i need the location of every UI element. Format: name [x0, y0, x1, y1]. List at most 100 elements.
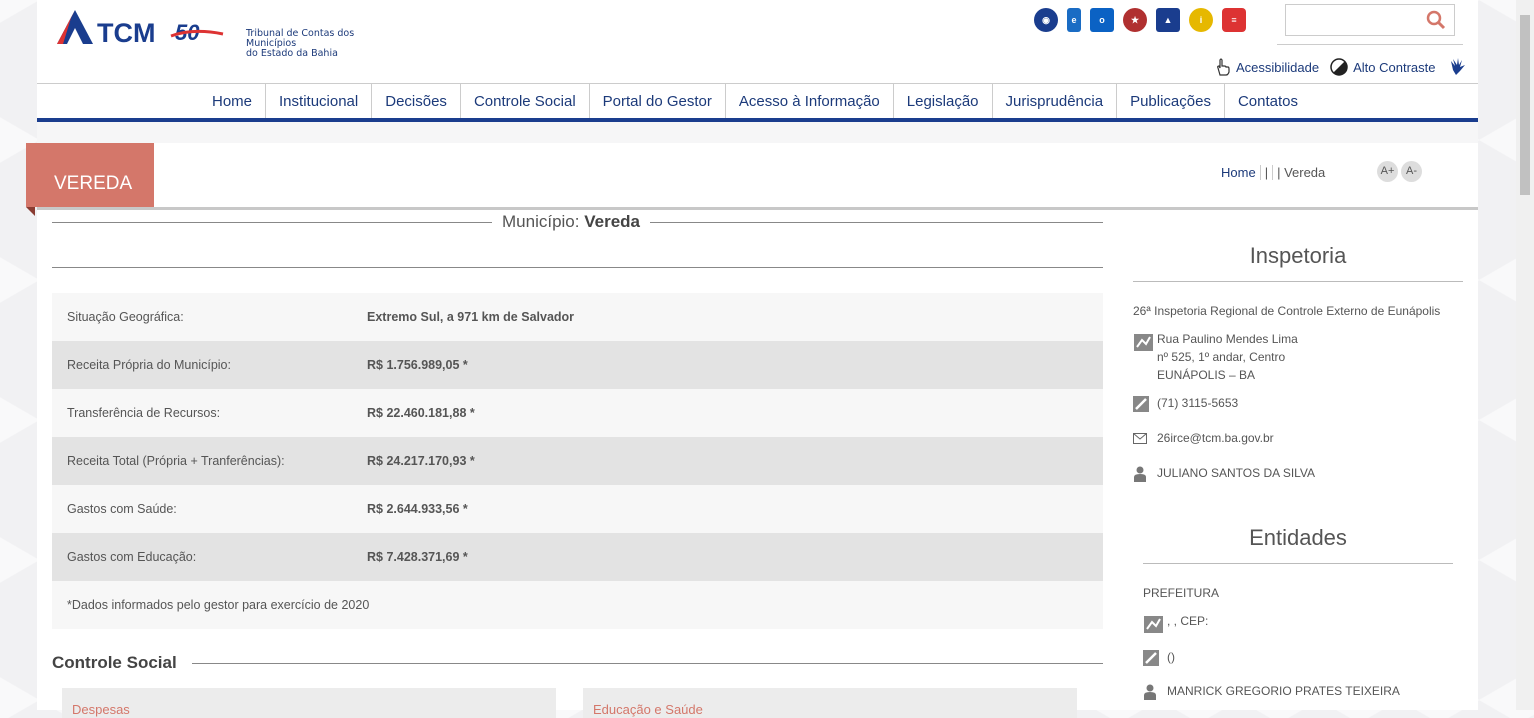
person-icon [1144, 684, 1156, 700]
logo-subtitle-line-2: do Estado da Bahia [246, 48, 338, 59]
inspetoria-phone: (71) 3115-5653 [1157, 396, 1239, 410]
page-title: VEREDA [26, 143, 154, 216]
entidade-person: MANRICK GREGORIO PRATES TEIXEIRA [1167, 684, 1400, 698]
tcm-logo-icon: TCM 50 [57, 10, 224, 48]
search-input[interactable] [1292, 5, 1426, 35]
badge-icon[interactable]: ★ [1123, 8, 1147, 32]
nav-item-home[interactable]: Home [199, 84, 267, 120]
municipio-heading: Município: Vereda [492, 212, 650, 232]
table-row: Transferência de Recursos: R$ 22.460.181… [52, 389, 1103, 437]
scrollbar-thumb[interactable] [1520, 15, 1530, 195]
row-key: Receita Total (Própria + Tranferências): [52, 437, 352, 485]
row-key: Receita Própria do Município: [52, 341, 352, 389]
entidade-type: PREFEITURA [1143, 586, 1220, 600]
table-row: Gastos com Saúde: R$ 2.644.933,56 * [52, 485, 1103, 533]
row-value: R$ 24.217.170,93 * [352, 437, 1103, 485]
footnote: *Dados informados pelo gestor para exerc… [52, 581, 1103, 629]
inspetoria-email[interactable]: 26irce@tcm.ba.gov.br [1157, 429, 1274, 447]
spacer-band [37, 122, 1478, 143]
row-key: Transferência de Recursos: [52, 389, 352, 437]
page-title-bar: VEREDA Home | | Vereda A+ A- [26, 143, 1478, 216]
site-header: TCM 50 Tribunal de Contas dos Municípios… [37, 0, 1478, 84]
row-key: Situação Geográfica: [52, 293, 352, 341]
contrast-icon [1330, 58, 1348, 76]
nav-items: Home Institucional Decisões Controle Soc… [199, 84, 1311, 120]
e-tcm-icon[interactable]: e [1067, 8, 1081, 32]
books-icon[interactable]: ≡ [1222, 8, 1246, 32]
inspetoria-person: JULIANO SANTOS DA SILVA [1157, 466, 1316, 480]
entidades-divider [1143, 563, 1453, 564]
main-nav: Home Institucional Decisões Controle Soc… [37, 83, 1478, 120]
font-size-controls: A+ A- [1377, 161, 1422, 182]
inspetoria-name: 26ª Inspetoria Regional de Controle Exte… [1133, 304, 1441, 318]
search-box [1285, 4, 1455, 36]
accessibility-link[interactable]: Acessibilidade [1236, 60, 1319, 75]
inspetoria-address: Rua Paulino Mendes Lima nº 525, 1º andar… [1157, 330, 1298, 384]
tcm-small-icon[interactable]: ▲ [1156, 8, 1180, 32]
card-educacao-saude[interactable]: Educação e Saúde [583, 688, 1077, 718]
search-icon[interactable] [1426, 10, 1446, 30]
entidade-phone: () [1167, 650, 1175, 664]
ouvidoria-icon[interactable]: ◉ [1034, 8, 1058, 32]
table-row: Receita Total (Própria + Tranferências):… [52, 437, 1103, 485]
entidade-address: , , CEP: [1167, 614, 1209, 628]
nav-item-acesso-informacao[interactable]: Acesso à Informação [726, 84, 894, 120]
row-key: Gastos com Educação: [52, 533, 352, 581]
municipio-info-table: Situação Geográfica: Extremo Sul, a 971 … [52, 293, 1103, 581]
controle-social-title: Controle Social [52, 653, 187, 673]
controle-social-divider [192, 663, 1103, 664]
card-despesas[interactable]: Despesas [62, 688, 556, 718]
nav-item-jurisprudencia[interactable]: Jurisprudência [993, 84, 1118, 120]
row-value: R$ 1.756.989,05 * [352, 341, 1103, 389]
person-icon [1134, 466, 1146, 482]
logo-subtitle-line-1: Tribunal de Contas dos Municípios [246, 28, 355, 49]
nav-item-legislacao[interactable]: Legislação [894, 84, 993, 120]
nav-item-controle-social[interactable]: Controle Social [461, 84, 590, 120]
table-row: Receita Própria do Município: R$ 1.756.9… [52, 341, 1103, 389]
breadcrumb: Home | | Vereda [1221, 165, 1325, 180]
nav-item-institucional[interactable]: Institucional [266, 84, 373, 120]
municipio-name: Vereda [584, 212, 640, 231]
row-value: R$ 7.428.371,69 * [352, 533, 1103, 581]
address-line-3: EUNÁPOLIS – BA [1157, 368, 1256, 382]
row-value: R$ 2.644.933,56 * [352, 485, 1103, 533]
nav-item-contatos[interactable]: Contatos [1225, 84, 1311, 120]
inspetoria-divider [1133, 281, 1463, 282]
accessibility-bar: Acessibilidade Alto Contraste [1215, 57, 1468, 77]
page-container: TCM 50 Tribunal de Contas dos Municípios… [26, 0, 1478, 718]
address-line-2: nº 525, 1º andar, Centro [1157, 350, 1286, 364]
header-divider [1277, 44, 1463, 45]
row-value: R$ 22.460.181,88 * [352, 389, 1103, 437]
font-decrease-button[interactable]: A- [1401, 161, 1422, 182]
inspetoria-title: Inspetoria [1249, 243, 1347, 268]
map-icon [1144, 616, 1163, 633]
breadcrumb-current: | Vereda [1272, 165, 1325, 180]
nav-item-publicacoes[interactable]: Publicações [1117, 84, 1225, 120]
high-contrast-link[interactable]: Alto Contraste [1353, 60, 1435, 75]
phone-icon [1133, 396, 1149, 412]
svg-text:TCM: TCM [97, 18, 155, 48]
tool-icons: ◉ e o ★ ▲ i ≡ [1034, 8, 1246, 32]
info-icon[interactable]: i [1189, 8, 1213, 32]
address-line-1: Rua Paulino Mendes Lima [1157, 332, 1298, 346]
row-value: Extremo Sul, a 971 km de Salvador [352, 293, 1103, 341]
logo-subtitle: Tribunal de Contas dos Municípios do Est… [246, 29, 393, 59]
row-key: Gastos com Saúde: [52, 485, 352, 533]
outlook-icon[interactable]: o [1090, 8, 1114, 32]
breadcrumb-home[interactable]: Home [1221, 165, 1256, 180]
hand-pointer-icon [1217, 58, 1230, 76]
entidades-title: Entidades [1249, 525, 1347, 550]
font-increase-button[interactable]: A+ [1377, 161, 1398, 182]
map-icon [1134, 334, 1153, 351]
table-row: Situação Geográfica: Extremo Sul, a 971 … [52, 293, 1103, 341]
breadcrumb-separator: | [1259, 165, 1268, 180]
nav-item-decisoes[interactable]: Decisões [372, 84, 461, 120]
phone-icon [1143, 650, 1159, 666]
email-icon [1133, 433, 1147, 444]
table-row: Gastos com Educação: R$ 7.428.371,69 * [52, 533, 1103, 581]
nav-item-portal-gestor[interactable]: Portal do Gestor [590, 84, 726, 120]
section-divider [52, 267, 1103, 268]
tcm-logo[interactable]: TCM 50 Tribunal de Contas dos Municípios… [53, 6, 393, 59]
municipio-label: Município: [502, 212, 580, 231]
sign-language-icon[interactable] [1448, 57, 1468, 77]
